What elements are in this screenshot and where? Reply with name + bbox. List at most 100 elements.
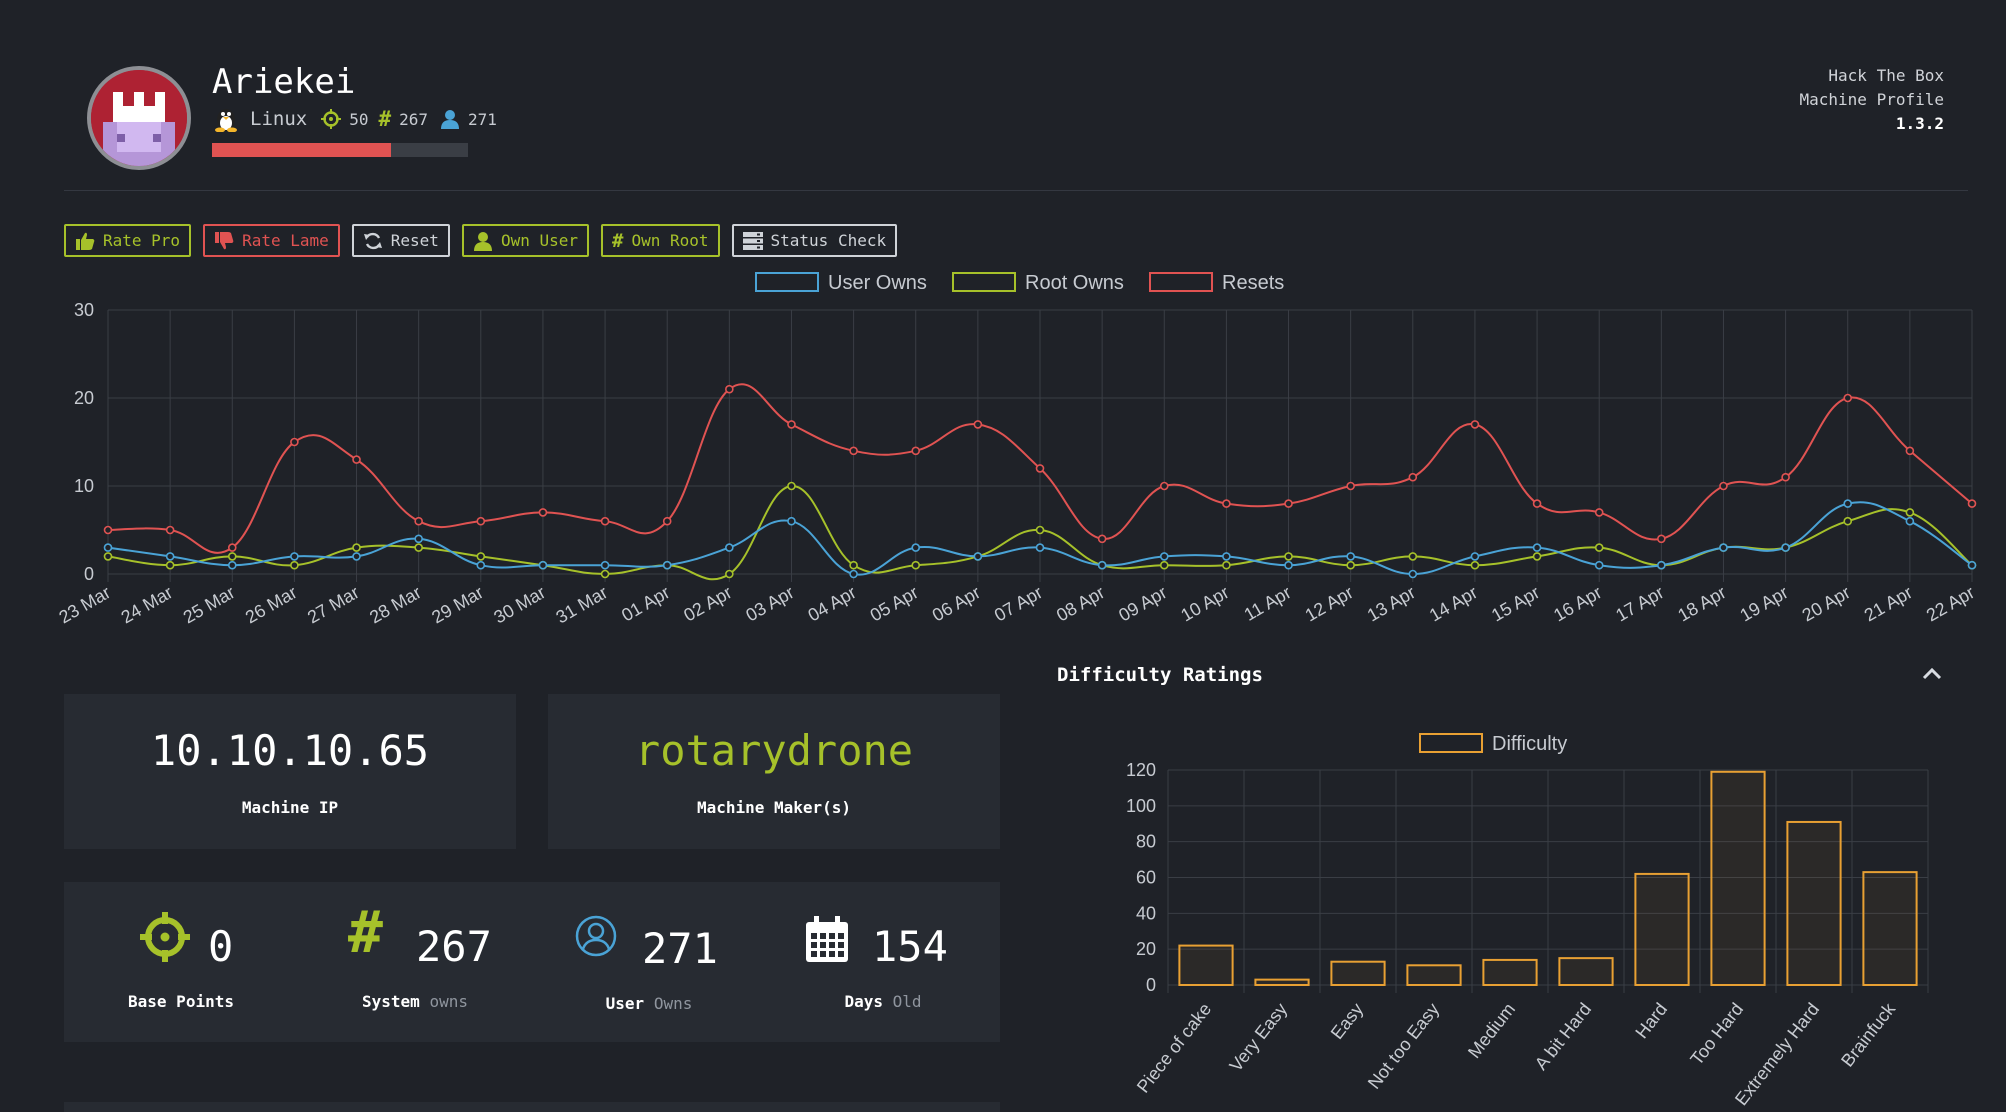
data-point: [1594, 560, 1604, 570]
data-point: [414, 534, 423, 544]
x-tick-label: 24 Mar: [118, 582, 177, 627]
data-point: [414, 543, 423, 552]
data-point: [1408, 552, 1418, 561]
header-divider: [64, 190, 1968, 191]
stats-card: 0 Base Points # 267 System owns 271 User…: [64, 882, 1000, 1042]
data-point: [1470, 560, 1480, 570]
system-owns-value: 267: [399, 109, 429, 129]
user-owns-sublabel: Owns: [653, 994, 693, 1013]
x-tick-label: Not too Easy: [1364, 999, 1443, 1093]
chevron-up-icon[interactable]: [1920, 662, 1944, 686]
data-point: [662, 560, 672, 570]
machine-maker[interactable]: rotarydrone: [548, 726, 1000, 775]
status-check-label: Status Check: [770, 231, 887, 250]
machine-ip-card: 10.10.10.65 Machine IP: [64, 694, 516, 849]
x-tick-label: 31 Mar: [553, 582, 612, 627]
legend-swatch: [1149, 272, 1213, 292]
data-point: [1159, 552, 1169, 561]
data-point: [103, 525, 113, 535]
reset-button[interactable]: Reset: [351, 224, 450, 257]
data-point: [1222, 560, 1231, 570]
status-check-button[interactable]: Status Check: [731, 224, 898, 257]
action-toolbar: Rate Pro Rate Lame Reset Own User # Own …: [64, 224, 898, 257]
data-point: [725, 543, 734, 552]
x-tick-label: 28 Mar: [366, 582, 425, 627]
x-tick-label: A bit Hard: [1531, 999, 1595, 1074]
bar: [1178, 944, 1234, 986]
y-tick-label: 0: [84, 564, 94, 584]
data-point: [1781, 543, 1790, 552]
data-point: [1843, 516, 1853, 526]
data-point: [352, 455, 361, 464]
days-old-stat: 154 Days Old: [766, 882, 1000, 1042]
legend-label: Root Owns: [1025, 272, 1124, 294]
y-tick-label: 40: [1136, 903, 1156, 923]
health-bar-fill: [212, 143, 392, 157]
system-owns-sublabel: owns: [429, 992, 468, 1011]
crosshair-icon: [321, 109, 342, 129]
system-owns-stat: # 267 System owns: [298, 882, 532, 1042]
legend-swatch: [755, 272, 819, 292]
y-tick-label: 30: [74, 300, 94, 320]
base-points-stat: 0 Base Points: [64, 882, 298, 1042]
data-point: [1905, 508, 1915, 517]
bar: [1710, 770, 1766, 986]
legend-label: Difficulty: [1492, 733, 1567, 755]
y-tick-label: 20: [1136, 939, 1156, 959]
machine-logo-icon: [91, 70, 187, 166]
data-point: [352, 543, 361, 552]
legend-swatch: [1419, 733, 1483, 753]
data-point: [911, 560, 921, 570]
data-point: [849, 446, 858, 456]
data-point: [911, 446, 921, 456]
reset-label: Reset: [390, 231, 439, 250]
app-name: Hack The Box: [1828, 66, 1944, 85]
own-user-button[interactable]: Own User: [461, 224, 589, 257]
rate-pro-button[interactable]: Rate Pro: [64, 224, 192, 257]
x-tick-label: Too Hard: [1686, 999, 1747, 1069]
own-root-button[interactable]: # Own Root: [601, 224, 720, 257]
data-point: [1159, 560, 1169, 570]
data-point: [476, 560, 486, 570]
data-point: [476, 516, 486, 526]
x-tick-label: 18 Apr: [1674, 582, 1729, 625]
data-point: [290, 560, 299, 570]
data-point: [1035, 543, 1045, 552]
rate-lame-button[interactable]: Rate Lame: [203, 224, 340, 257]
data-point: [973, 420, 983, 429]
data-point: [849, 569, 858, 579]
data-point: [1408, 569, 1418, 579]
app-info: Hack The Box Machine Profile 1.3.2: [1800, 64, 1945, 136]
data-point: [1719, 481, 1728, 491]
data-point: [1905, 446, 1915, 456]
data-point: [1470, 552, 1480, 561]
data-point: [165, 560, 175, 570]
x-tick-label: 05 Apr: [867, 582, 922, 625]
os-label: Linux: [250, 108, 308, 130]
points-value: 50: [349, 109, 369, 129]
x-tick-label: 09 Apr: [1115, 582, 1170, 625]
y-tick-label: 120: [1126, 760, 1156, 780]
x-tick-label: 07 Apr: [991, 582, 1046, 625]
x-tick-label: 17 Apr: [1612, 582, 1667, 625]
bar: [1634, 872, 1690, 987]
days-old-value: 154: [872, 922, 948, 971]
data-point: [227, 543, 237, 552]
thumbs-up-icon: [76, 232, 95, 250]
data-point: [1843, 499, 1853, 508]
data-point: [973, 552, 983, 561]
user-owns-value: 271: [642, 924, 718, 973]
data-point: [352, 552, 361, 561]
x-tick-label: 03 Apr: [742, 582, 797, 625]
x-tick-label: Extremely Hard: [1731, 999, 1823, 1109]
data-point: [290, 552, 299, 561]
data-point: [1035, 464, 1045, 473]
base-points-label: Base Points: [128, 992, 234, 1011]
days-old-caption: Days Old: [766, 992, 1000, 1011]
base-points-caption: Base Points: [64, 992, 298, 1011]
y-tick-label: 0: [1146, 975, 1156, 995]
data-point: [538, 508, 548, 517]
thumbs-down-icon: [215, 231, 234, 249]
data-point: [787, 420, 796, 429]
x-tick-label: Piece of cake: [1133, 999, 1215, 1096]
